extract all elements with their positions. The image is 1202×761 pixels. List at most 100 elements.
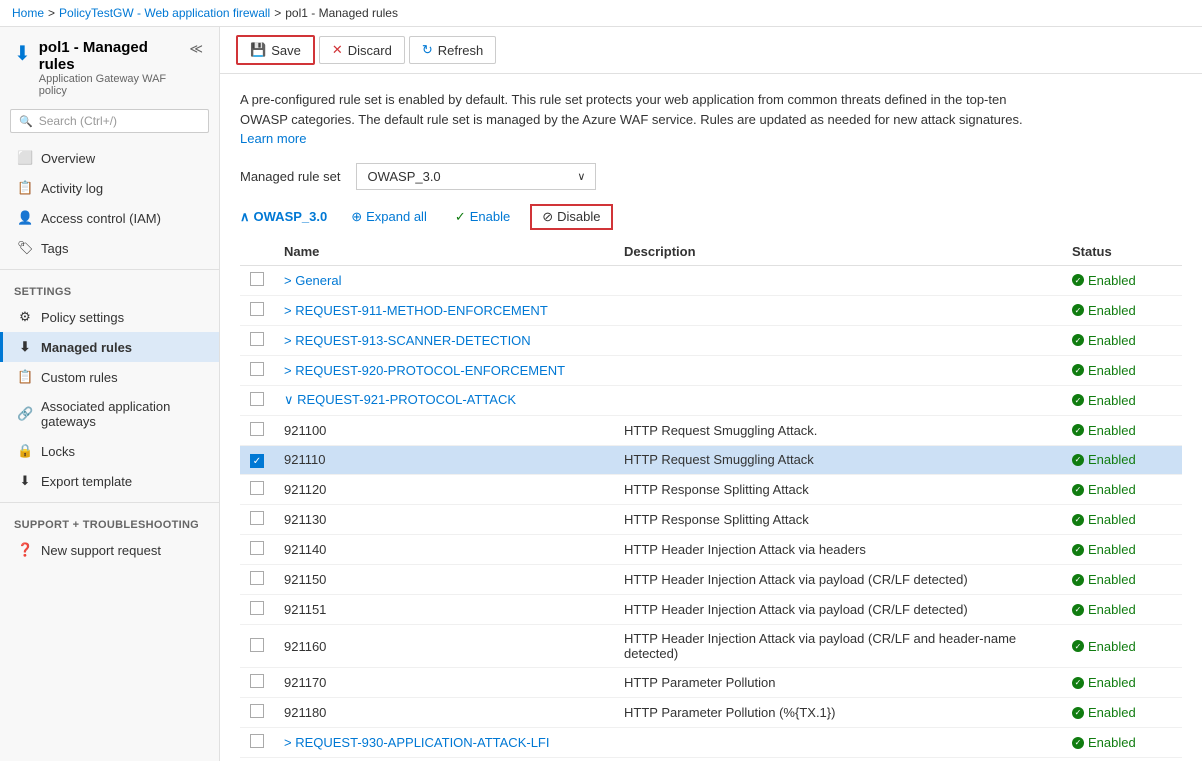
group-checkbox[interactable] [250, 392, 264, 406]
sidebar-item-activity-log[interactable]: 📋 Activity log [0, 173, 219, 203]
collapse-button[interactable]: ≪ [187, 39, 205, 59]
table-row: 921150HTTP Header Injection Attack via p… [240, 565, 1182, 595]
table-row: 921160HTTP Header Injection Attack via p… [240, 625, 1182, 668]
group-checkbox[interactable] [250, 302, 264, 316]
learn-more-link[interactable]: Learn more [240, 131, 306, 146]
rule-checkbox[interactable] [250, 541, 264, 555]
rule-name: 921180 [274, 698, 614, 728]
rule-status: ✓Enabled [1062, 535, 1182, 565]
rule-status: ✓Enabled [1062, 698, 1182, 728]
group-checkbox[interactable] [250, 272, 264, 286]
table-row: > REQUEST-930-APPLICATION-ATTACK-LFI✓Ena… [240, 728, 1182, 758]
rule-checkbox[interactable] [250, 511, 264, 525]
rule-status: ✓Enabled [1062, 385, 1182, 415]
table-row: > REQUEST-911-METHOD-ENFORCEMENT ✓Enabled [240, 295, 1182, 325]
search-input[interactable] [39, 114, 200, 128]
rule-name[interactable]: > REQUEST-920-PROTOCOL-ENFORCEMENT [274, 355, 614, 385]
rule-checkbox[interactable] [250, 704, 264, 718]
rule-name[interactable]: > General [274, 265, 614, 295]
sidebar-item-managed-rules[interactable]: ⬇ Managed rules [0, 332, 219, 362]
sidebar-item-associated-gateways[interactable]: 🔗 Associated application gateways [0, 392, 219, 436]
activity-log-icon: 📋 [17, 180, 33, 196]
discard-button[interactable]: ✕ Discard [319, 36, 405, 64]
sidebar-item-label: Access control (IAM) [41, 211, 161, 226]
status-dot-icon: ✓ [1072, 707, 1084, 719]
rule-status: ✓Enabled [1062, 295, 1182, 325]
breadcrumb: Home > PolicyTestGW - Web application fi… [0, 0, 1202, 27]
table-row: ✓921110HTTP Request Smuggling Attack✓Ena… [240, 445, 1182, 475]
breadcrumb-home[interactable]: Home [12, 6, 44, 20]
rule-set-dropdown[interactable]: OWASP_3.0 ∨ [356, 163, 596, 190]
rule-description: HTTP Header Injection Attack via headers [614, 535, 1062, 565]
search-box[interactable]: 🔍 [10, 109, 209, 133]
rule-description [614, 728, 1062, 758]
rule-checkbox[interactable]: ✓ [250, 454, 264, 468]
refresh-icon: ↻ [422, 42, 433, 58]
divider-2 [0, 502, 219, 503]
rule-name[interactable]: > REQUEST-931-APPLICATION-ATTACK-RFI [274, 758, 614, 761]
tags-icon: 🏷 [17, 240, 33, 256]
sidebar-item-access-control[interactable]: 👤 Access control (IAM) [0, 203, 219, 233]
rule-set-label: Managed rule set [240, 169, 340, 184]
table-row: 921140HTTP Header Injection Attack via h… [240, 535, 1182, 565]
sidebar-item-label: Custom rules [41, 370, 118, 385]
rule-description [614, 295, 1062, 325]
rule-name[interactable]: > REQUEST-913-SCANNER-DETECTION [274, 325, 614, 355]
sidebar-item-label: Activity log [41, 181, 103, 196]
refresh-button[interactable]: ↻ Refresh [409, 36, 496, 64]
table-row: 921151HTTP Header Injection Attack via p… [240, 595, 1182, 625]
sidebar-item-label: New support request [41, 543, 161, 558]
sidebar-item-custom-rules[interactable]: 📋 Custom rules [0, 362, 219, 392]
dropdown-chevron-icon: ∨ [577, 170, 585, 183]
owasp-title: ∧ OWASP_3.0 [240, 209, 327, 225]
rule-name[interactable]: > REQUEST-911-METHOD-ENFORCEMENT [274, 295, 614, 325]
sidebar-item-tags[interactable]: 🏷 Tags [0, 233, 219, 263]
rule-checkbox[interactable] [250, 601, 264, 615]
group-checkbox[interactable] [250, 734, 264, 748]
rule-checkbox[interactable] [250, 674, 264, 688]
rule-status: ✓Enabled [1062, 265, 1182, 295]
rule-status: ✓Enabled [1062, 355, 1182, 385]
rule-checkbox[interactable] [250, 571, 264, 585]
status-dot-icon: ✓ [1072, 574, 1084, 586]
rule-status: ✓Enabled [1062, 505, 1182, 535]
sidebar-item-new-support[interactable]: ❓ New support request [0, 535, 219, 565]
disable-button[interactable]: ⊘ Disable [530, 204, 612, 230]
status-dot-icon: ✓ [1072, 274, 1084, 286]
page-description: A pre-configured rule set is enabled by … [240, 90, 1040, 149]
rule-checkbox[interactable] [250, 638, 264, 652]
breadcrumb-policy[interactable]: PolicyTestGW - Web application firewall [59, 6, 270, 20]
save-button[interactable]: 💾 Save [236, 35, 315, 65]
managed-rules-icon: ⬇ [17, 339, 33, 355]
rule-status: ✓Enabled [1062, 625, 1182, 668]
rule-status: ✓Enabled [1062, 475, 1182, 505]
rule-name: 921130 [274, 505, 614, 535]
rule-name: 921160 [274, 625, 614, 668]
rule-description [614, 355, 1062, 385]
sidebar-item-label: Policy settings [41, 310, 124, 325]
sidebar-item-label: Locks [41, 444, 75, 459]
group-checkbox[interactable] [250, 362, 264, 376]
status-dot-icon: ✓ [1072, 514, 1084, 526]
sidebar-item-policy-settings[interactable]: ⚙ Policy settings [0, 302, 219, 332]
sidebar-item-label: Managed rules [41, 340, 132, 355]
enable-button[interactable]: ✓ Enable [447, 205, 518, 229]
sidebar-item-locks[interactable]: 🔒 Locks [0, 436, 219, 466]
group-checkbox[interactable] [250, 332, 264, 346]
owasp-section: ∧ OWASP_3.0 ⊕ Expand all ✓ Enable [240, 204, 1182, 761]
rule-name[interactable]: > REQUEST-930-APPLICATION-ATTACK-LFI [274, 728, 614, 758]
rule-name[interactable]: ∨ REQUEST-921-PROTOCOL-ATTACK [274, 385, 614, 415]
rule-checkbox[interactable] [250, 422, 264, 436]
sidebar-title: pol1 - Managed rules [39, 39, 180, 73]
rule-status: ✓Enabled [1062, 445, 1182, 475]
expand-all-button[interactable]: ⊕ Expand all [343, 205, 435, 229]
sidebar-item-export-template[interactable]: ⬇ Export template [0, 466, 219, 496]
col-header-status: Status [1062, 238, 1182, 266]
save-icon: 💾 [250, 42, 266, 58]
rule-set-value: OWASP_3.0 [367, 169, 440, 184]
rule-checkbox[interactable] [250, 481, 264, 495]
discard-label: Discard [348, 43, 392, 58]
rule-description: HTTP Header Injection Attack via payload… [614, 565, 1062, 595]
main-content: 💾 Save ✕ Discard ↻ Refresh A pre-configu… [220, 27, 1202, 761]
sidebar-item-overview[interactable]: ⬜ Overview [0, 143, 219, 173]
